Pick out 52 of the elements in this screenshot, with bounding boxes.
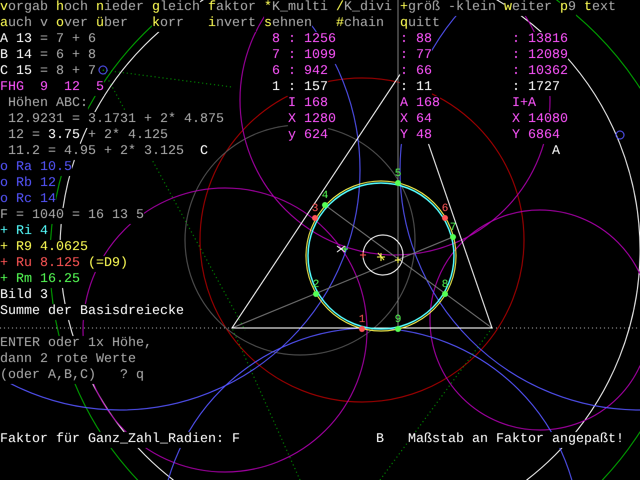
point-label: 8 bbox=[442, 279, 448, 291]
table-cell: : 11 bbox=[400, 80, 432, 96]
radius-text: + R9 4.0625 bbox=[0, 240, 88, 256]
table-cell: X 64 bbox=[400, 112, 432, 128]
menu-item[interactable]: weiter bbox=[504, 0, 552, 16]
fhg-text: FHG 9 12 5 bbox=[0, 80, 104, 96]
prompt-text: (oder A,B,C) ? q bbox=[0, 368, 144, 384]
point-label: 9 bbox=[394, 314, 402, 326]
table-cell: A 168 bbox=[400, 96, 440, 112]
point-label: 6 bbox=[442, 203, 448, 215]
radius-text: + Ru 8.125 bbox=[0, 256, 80, 272]
table-cell: 8 : 1256 bbox=[272, 32, 336, 48]
menu-item[interactable]: p9 bbox=[560, 0, 576, 16]
table-cell: 1 : 157 bbox=[272, 80, 328, 96]
height-text: 12.9231 = 3.1731 + 2* 4.875 bbox=[8, 112, 224, 128]
radius-text: (=D9) bbox=[88, 256, 128, 272]
table-cell: : 77 bbox=[400, 48, 432, 64]
radius-text: F = 1040 = 16 13 5 bbox=[0, 208, 144, 224]
table-cell: : 1727 bbox=[512, 80, 560, 96]
menu-item[interactable]: gleich bbox=[152, 0, 200, 16]
table-cell: : 12089 bbox=[512, 48, 568, 64]
menu-item[interactable]: korr bbox=[152, 16, 184, 32]
radius-text: o Rc 14 bbox=[0, 192, 56, 208]
menu-item[interactable]: quitt bbox=[400, 16, 440, 32]
table-cell: X 1280 bbox=[288, 112, 336, 128]
menu-item[interactable]: invert bbox=[208, 16, 256, 32]
height-text: Höhen ABC: bbox=[8, 96, 88, 112]
point-label: 3 bbox=[312, 203, 318, 215]
table-cell: y 624 bbox=[288, 128, 328, 144]
table-cell: Y 48 bbox=[400, 128, 432, 144]
table-cell: : 66 bbox=[400, 64, 432, 80]
point-label: 7 bbox=[450, 222, 456, 234]
menu-item[interactable]: *K_multi bbox=[264, 0, 328, 16]
radius-text: + Rm 16.25 bbox=[0, 272, 80, 288]
figure-caption: Summe der Basisdreiecke bbox=[0, 304, 184, 320]
table-cell: 7 : 1099 bbox=[272, 48, 336, 64]
status-text: Maßstab an Faktor angepaßt! bbox=[408, 432, 624, 448]
height-text: 3.75 bbox=[48, 128, 80, 144]
table-cell: X 14080 bbox=[512, 112, 568, 128]
menu-item[interactable]: +größ bbox=[400, 0, 440, 16]
table-cell: Y 6864 bbox=[512, 128, 560, 144]
point-label: 4 bbox=[322, 190, 328, 202]
table-cell: : 10362 bbox=[512, 64, 568, 80]
height-text: 11.2 = 4.95 + 2* 3.125 bbox=[8, 144, 184, 160]
point-label: 1 bbox=[358, 314, 366, 326]
table-cell: : 13816 bbox=[512, 32, 568, 48]
status-text: Faktor für Ganz_Zahl_Radien: F bbox=[0, 432, 240, 448]
height-text: + 2* 4.125 bbox=[88, 128, 168, 144]
prompt-text: dann 2 rote Werte bbox=[0, 352, 136, 368]
radius-text: o Ra 10.5 bbox=[0, 160, 72, 176]
menu-item[interactable]: -klein bbox=[448, 0, 496, 16]
menu-item[interactable]: vorgab bbox=[0, 0, 48, 16]
